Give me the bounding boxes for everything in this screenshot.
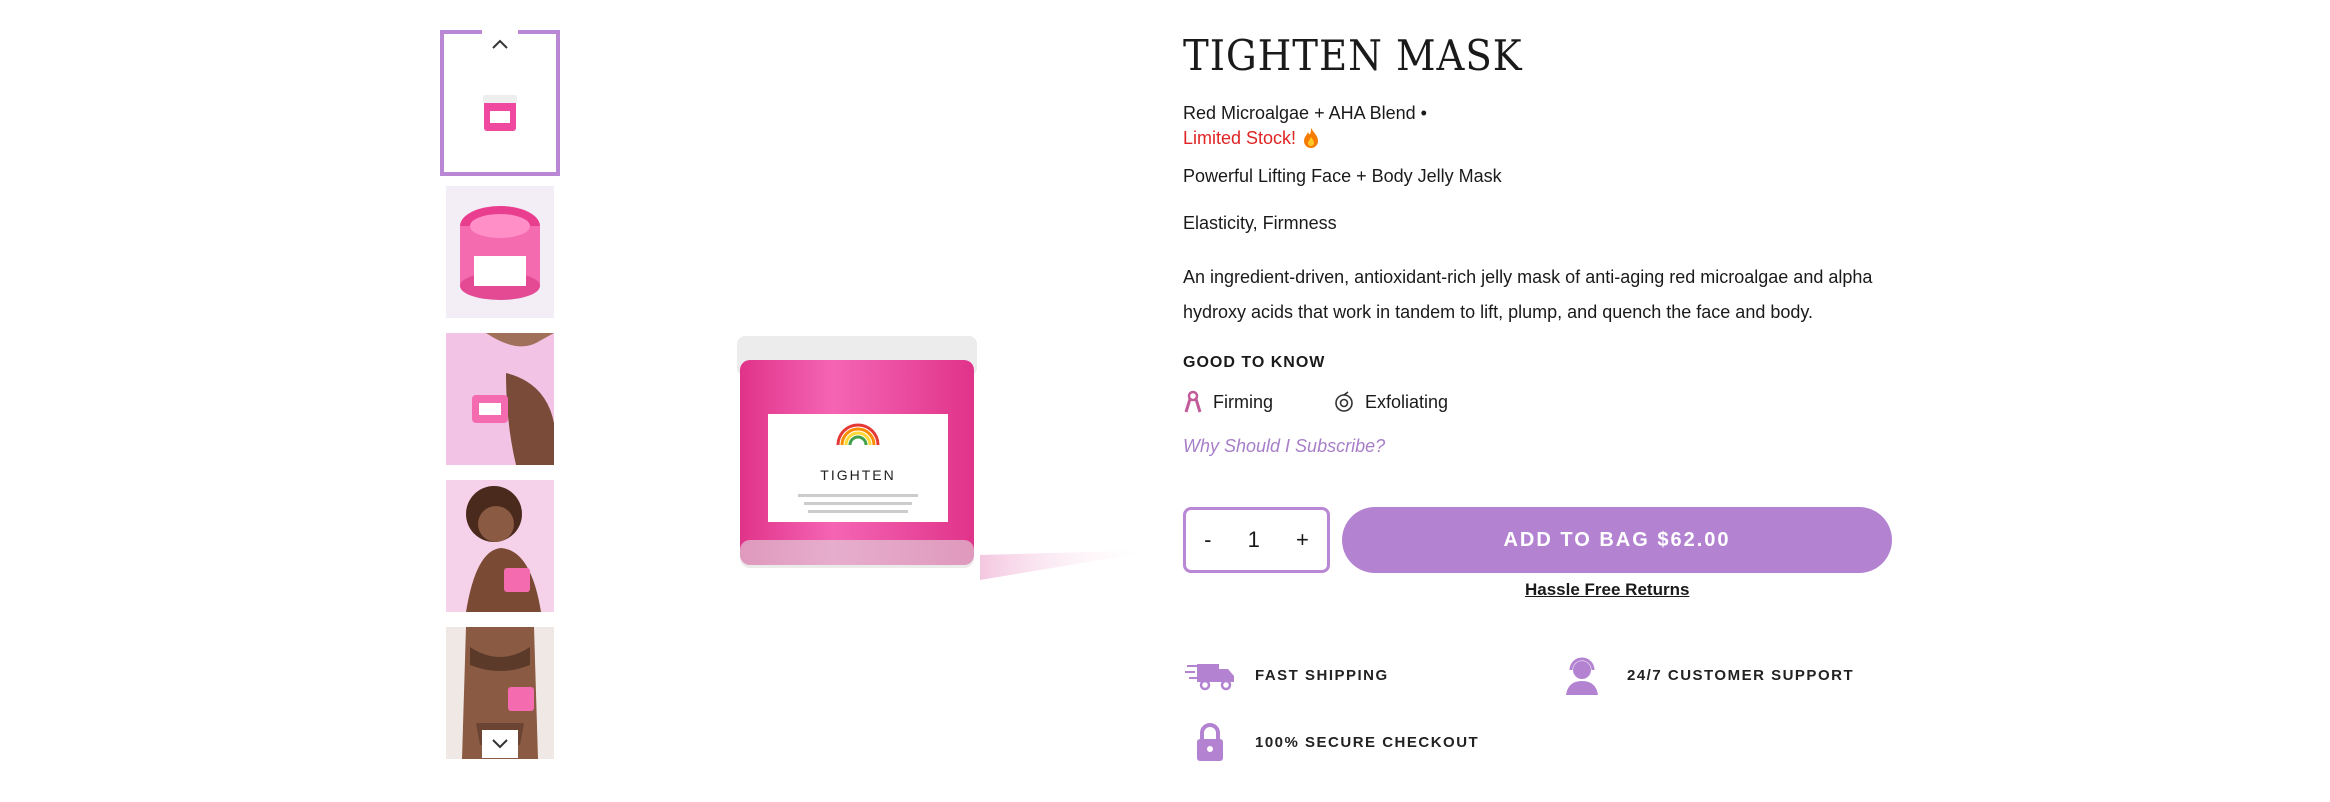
lock-icon bbox=[1183, 722, 1237, 762]
swirl-icon bbox=[1335, 391, 1353, 412]
add-to-bag-button[interactable]: ADD TO BAG $62.00 bbox=[1342, 507, 1892, 573]
quantity-stepper: - 1 + bbox=[1183, 507, 1330, 573]
main-product-image: TIGHTEN bbox=[700, 300, 1160, 600]
thumbnail-down-button[interactable] bbox=[440, 730, 560, 758]
feature-customer-support: 24/7 CUSTOMER SUPPORT bbox=[1555, 655, 1854, 695]
fire-icon bbox=[1304, 128, 1319, 148]
feature-secure-checkout: 100% SECURE CHECKOUT bbox=[1183, 722, 1479, 762]
support-agent-icon bbox=[1555, 655, 1609, 695]
good-to-know-list: Firming Exfoliating bbox=[1183, 390, 1893, 414]
thumbnail-hand-holding[interactable] bbox=[446, 333, 554, 465]
purchase-controls: - 1 + ADD TO BAG $62.00 bbox=[1183, 507, 1892, 573]
chevron-down-icon bbox=[482, 730, 518, 758]
thumbnail-gallery bbox=[440, 30, 560, 760]
feature-label: 100% SECURE CHECKOUT bbox=[1255, 733, 1480, 751]
thumbnail-up-button[interactable] bbox=[440, 30, 560, 58]
thumbnail-model-face[interactable] bbox=[446, 480, 554, 612]
chevron-up-icon bbox=[482, 30, 518, 58]
good-to-know-firming: Firming bbox=[1183, 390, 1273, 414]
jar-label-text: TIGHTEN bbox=[820, 467, 895, 483]
ribbon-icon bbox=[1184, 390, 1202, 413]
quantity-increase-button[interactable]: + bbox=[1296, 527, 1309, 553]
stock-status: Limited Stock! bbox=[1183, 124, 1893, 152]
product-benefits: Elasticity, Firmness bbox=[1183, 213, 1337, 233]
product-title: TIGHTEN MASK bbox=[1183, 31, 1523, 80]
feature-label: 24/7 CUSTOMER SUPPORT bbox=[1627, 666, 1855, 684]
good-to-know-exfoliating: Exfoliating bbox=[1333, 390, 1448, 414]
quantity-decrease-button[interactable]: - bbox=[1204, 527, 1211, 553]
product-subtitle: Red Microalgae + AHA Blend • bbox=[1183, 103, 1427, 123]
product-description: An ingredient-driven, antioxidant-rich j… bbox=[1183, 267, 1873, 322]
good-to-know-label: Exfoliating bbox=[1365, 391, 1449, 412]
feature-label: FAST SHIPPING bbox=[1255, 666, 1389, 684]
truck-icon bbox=[1183, 655, 1237, 695]
good-to-know-heading: GOOD TO KNOW bbox=[1183, 354, 1326, 371]
product-tagline: Powerful Lifting Face + Body Jelly Mask bbox=[1183, 166, 1502, 186]
good-to-know-label: Firming bbox=[1213, 391, 1274, 412]
hassle-free-returns-link[interactable]: Hassle Free Returns bbox=[1525, 580, 1689, 600]
product-info: TIGHTEN MASK Red Microalgae + AHA Blend … bbox=[1183, 30, 1893, 457]
feature-fast-shipping: FAST SHIPPING bbox=[1183, 655, 1389, 695]
stock-text: Limited Stock! bbox=[1183, 128, 1297, 148]
why-subscribe-link[interactable]: Why Should I Subscribe? bbox=[1183, 436, 1893, 457]
quantity-value[interactable]: 1 bbox=[1248, 527, 1260, 553]
thumbnail-open-jar[interactable] bbox=[446, 186, 554, 318]
